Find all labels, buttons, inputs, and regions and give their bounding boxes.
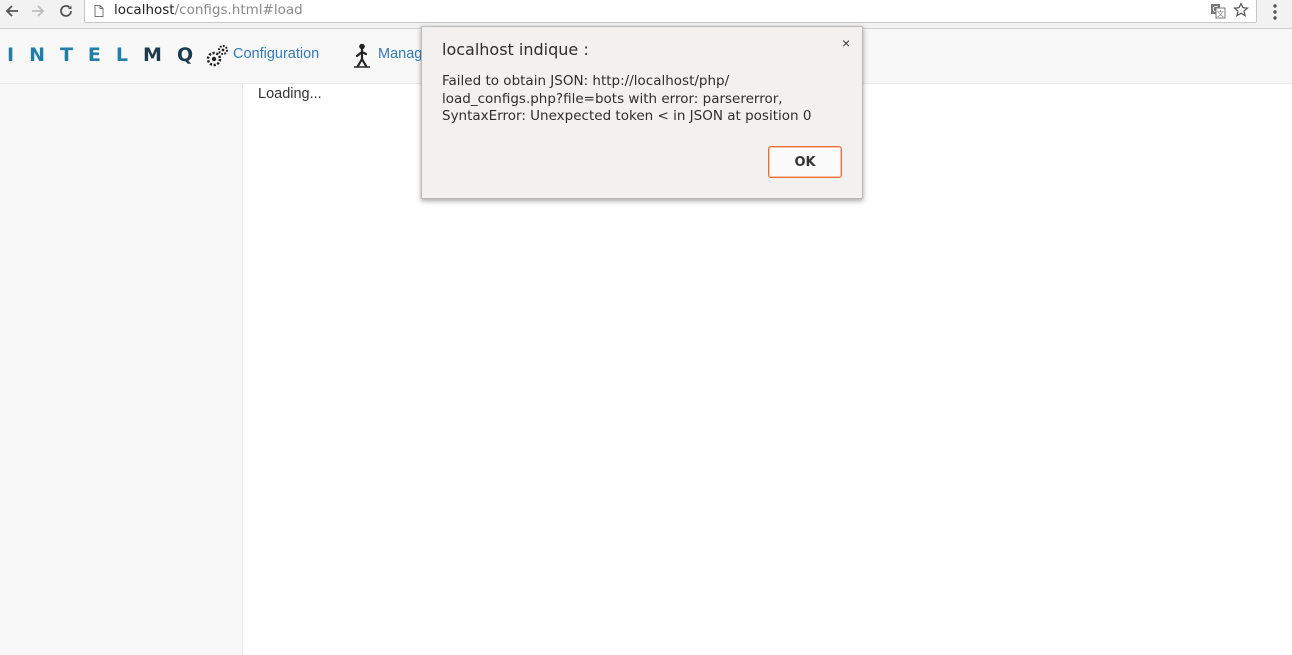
person-icon[interactable] <box>352 43 372 69</box>
dialog-title: localhost indique : <box>442 40 589 59</box>
ok-button[interactable]: OK <box>768 146 842 178</box>
close-icon[interactable]: × <box>842 35 850 51</box>
intelmq-logo[interactable]: INTELMQ <box>7 44 208 66</box>
loading-text: Loading... <box>258 86 322 102</box>
url-text: localhost/configs.html#load <box>114 2 303 18</box>
url-path: /configs.html#load <box>174 2 303 18</box>
dialog-message: Failed to obtain JSON: http://localhost/… <box>442 73 852 126</box>
back-arrow-icon[interactable] <box>0 0 24 22</box>
dialog-message-line: Failed to obtain JSON: http://localhost/… <box>442 73 730 89</box>
logo-text-intel: INTEL <box>7 44 144 66</box>
nav-configuration-link[interactable]: Configuration <box>233 46 319 62</box>
logo-text-mq: MQ <box>143 44 209 66</box>
browser-toolbar: localhost/configs.html#load G文 <box>0 0 1292 29</box>
page-icon <box>94 5 104 17</box>
dialog-message-line: load_configs.php?file=bots with error: p… <box>442 90 783 107</box>
dialog-message-line: SyntaxError: Unexpected token < in JSON … <box>442 108 812 124</box>
translate-icon[interactable]: G文 <box>1210 3 1226 19</box>
nav-management-link[interactable]: Manag <box>378 46 422 62</box>
sidebar <box>0 84 243 655</box>
url-host: localhost <box>114 2 175 18</box>
forward-arrow-icon[interactable] <box>26 0 50 22</box>
gears-icon[interactable] <box>205 44 229 68</box>
star-icon[interactable] <box>1233 2 1249 18</box>
menu-dots-icon[interactable] <box>1268 2 1282 22</box>
reload-icon[interactable] <box>54 0 78 22</box>
svg-text:文: 文 <box>1217 9 1224 18</box>
alert-dialog: localhost indique : × Failed to obtain J… <box>421 26 863 199</box>
address-bar[interactable]: localhost/configs.html#load G文 <box>84 0 1257 23</box>
